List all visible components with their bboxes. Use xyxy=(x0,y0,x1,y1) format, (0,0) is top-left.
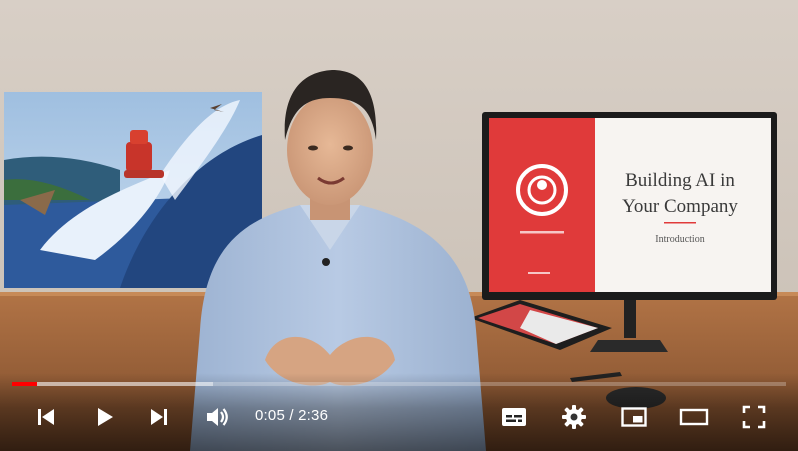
time-separator: / xyxy=(289,407,294,424)
next-button[interactable] xyxy=(141,399,177,435)
skip-next-icon xyxy=(151,409,167,425)
volume-icon xyxy=(207,408,228,426)
miniplayer-icon xyxy=(621,407,647,427)
skip-previous-icon xyxy=(38,409,54,425)
play-button[interactable] xyxy=(86,399,122,435)
fullscreen-button[interactable] xyxy=(736,399,772,435)
duration: 2:36 xyxy=(298,407,329,424)
fullscreen-icon xyxy=(742,405,766,429)
previous-button[interactable] xyxy=(28,399,64,435)
subtitles-icon xyxy=(502,408,526,426)
miniplayer-button[interactable] xyxy=(616,399,652,435)
progress-buffered xyxy=(12,382,214,386)
video-player[interactable]: Building AI in Your Company Introduction xyxy=(0,0,798,451)
player-controls-bar: 0:05 / 2:36 xyxy=(0,373,798,451)
progress-bar[interactable] xyxy=(12,382,786,386)
progress-played xyxy=(12,382,37,386)
play-icon xyxy=(98,408,113,426)
settings-button[interactable] xyxy=(556,399,592,435)
gear-icon xyxy=(562,405,586,429)
slide-subtitle: Introduction xyxy=(655,234,704,245)
current-time: 0:05 xyxy=(255,407,285,424)
slide-title-line-2: Your Company xyxy=(622,196,738,217)
subtitles-button[interactable] xyxy=(496,399,532,435)
time-display: 0:05 / 2:36 xyxy=(255,407,328,424)
theater-mode-icon xyxy=(679,408,709,426)
slide-title-line-1: Building AI in xyxy=(625,170,735,191)
theater-mode-button[interactable] xyxy=(676,399,712,435)
volume-button[interactable] xyxy=(199,399,235,435)
